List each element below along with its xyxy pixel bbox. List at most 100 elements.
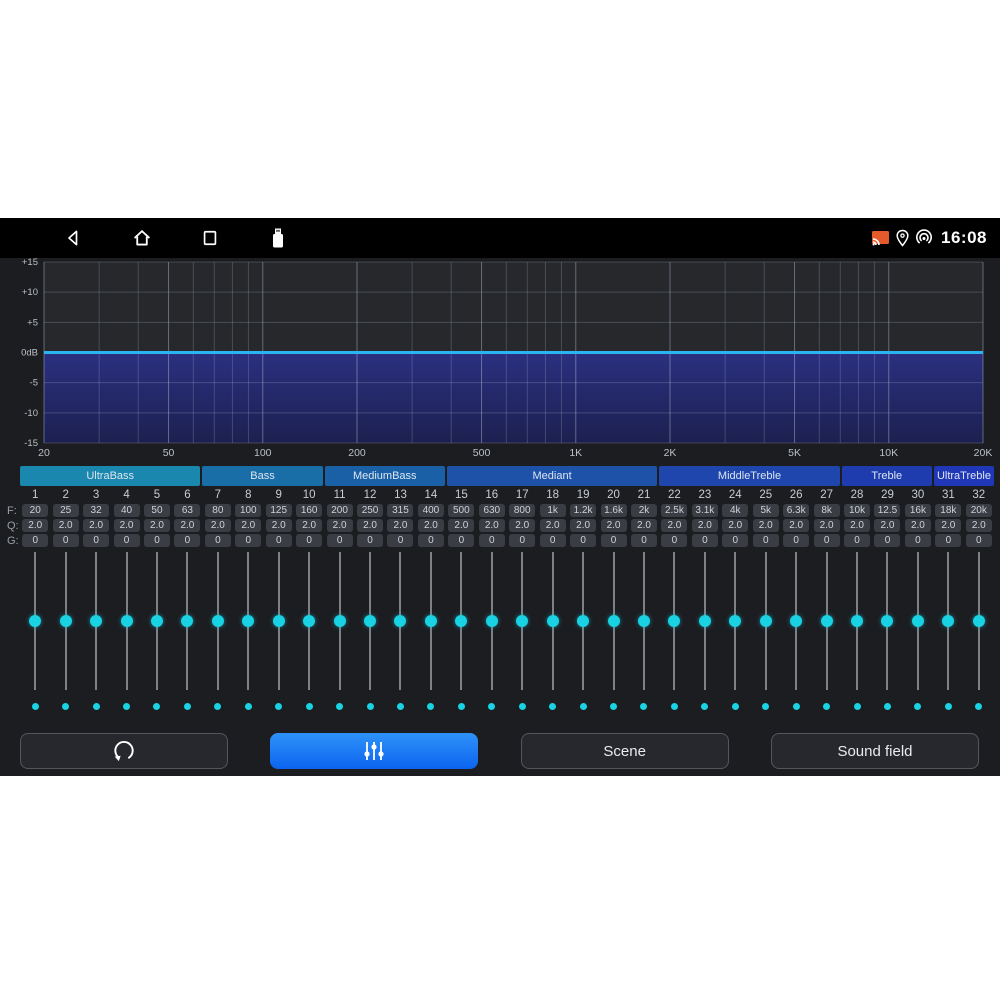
- freq-value-chip[interactable]: 200: [327, 504, 353, 517]
- freq-value-chip[interactable]: 125: [266, 504, 292, 517]
- gain-slider[interactable]: [872, 552, 902, 690]
- freq-value-chip[interactable]: 630: [479, 504, 505, 517]
- band-label-bass[interactable]: Bass: [202, 466, 322, 486]
- q-value-chip[interactable]: 2.0: [327, 519, 353, 532]
- gain-value-chip[interactable]: 0: [540, 534, 566, 547]
- freq-value-chip[interactable]: 315: [387, 504, 413, 517]
- gain-slider[interactable]: [111, 552, 141, 690]
- q-value-chip[interactable]: 2.0: [722, 519, 748, 532]
- freq-value-chip[interactable]: 20k: [966, 504, 992, 517]
- gain-value-chip[interactable]: 0: [844, 534, 870, 547]
- gain-slider[interactable]: [629, 552, 659, 690]
- slider-knob[interactable]: [29, 615, 41, 627]
- freq-value-chip[interactable]: 25: [53, 504, 79, 517]
- gain-value-chip[interactable]: 0: [22, 534, 48, 547]
- q-value-chip[interactable]: 2.0: [783, 519, 809, 532]
- q-value-chip[interactable]: 2.0: [22, 519, 48, 532]
- gain-value-chip[interactable]: 0: [722, 534, 748, 547]
- slider-knob[interactable]: [273, 615, 285, 627]
- freq-value-chip[interactable]: 6.3k: [783, 504, 809, 517]
- band-label-mediant[interactable]: Mediant: [447, 466, 657, 486]
- gain-value-chip[interactable]: 0: [814, 534, 840, 547]
- gain-slider[interactable]: [903, 552, 933, 690]
- gain-value-chip[interactable]: 0: [753, 534, 779, 547]
- slider-knob[interactable]: [547, 615, 559, 627]
- q-value-chip[interactable]: 2.0: [205, 519, 231, 532]
- q-value-chip[interactable]: 2.0: [144, 519, 170, 532]
- q-value-chip[interactable]: 2.0: [661, 519, 687, 532]
- freq-value-chip[interactable]: 32: [83, 504, 109, 517]
- gain-value-chip[interactable]: 0: [174, 534, 200, 547]
- q-value-chip[interactable]: 2.0: [296, 519, 322, 532]
- freq-value-chip[interactable]: 250: [357, 504, 383, 517]
- gain-value-chip[interactable]: 0: [357, 534, 383, 547]
- freq-value-chip[interactable]: 8k: [814, 504, 840, 517]
- gain-slider[interactable]: [264, 552, 294, 690]
- q-value-chip[interactable]: 2.0: [235, 519, 261, 532]
- band-label-mediumbass[interactable]: MediumBass: [325, 466, 445, 486]
- gain-slider[interactable]: [933, 552, 963, 690]
- recents-button[interactable]: [199, 227, 221, 249]
- freq-value-chip[interactable]: 1.2k: [570, 504, 596, 517]
- gain-value-chip[interactable]: 0: [631, 534, 657, 547]
- q-value-chip[interactable]: 2.0: [570, 519, 596, 532]
- slider-knob[interactable]: [455, 615, 467, 627]
- gain-value-chip[interactable]: 0: [905, 534, 931, 547]
- slider-knob[interactable]: [729, 615, 741, 627]
- band-label-ultratreble[interactable]: UltraTreble: [934, 466, 994, 486]
- gain-slider[interactable]: [20, 552, 50, 690]
- slider-knob[interactable]: [364, 615, 376, 627]
- band-label-middletreble[interactable]: MiddleTreble: [659, 466, 839, 486]
- freq-value-chip[interactable]: 160: [296, 504, 322, 517]
- gain-slider[interactable]: [477, 552, 507, 690]
- slider-knob[interactable]: [577, 615, 589, 627]
- slider-knob[interactable]: [181, 615, 193, 627]
- gain-slider[interactable]: [659, 552, 689, 690]
- q-value-chip[interactable]: 2.0: [935, 519, 961, 532]
- gain-slider[interactable]: [598, 552, 628, 690]
- q-value-chip[interactable]: 2.0: [814, 519, 840, 532]
- q-value-chip[interactable]: 2.0: [509, 519, 535, 532]
- gain-slider[interactable]: [537, 552, 567, 690]
- gain-slider[interactable]: [781, 552, 811, 690]
- back-button[interactable]: [63, 227, 85, 249]
- q-value-chip[interactable]: 2.0: [692, 519, 718, 532]
- slider-knob[interactable]: [394, 615, 406, 627]
- slider-knob[interactable]: [790, 615, 802, 627]
- freq-value-chip[interactable]: 1.6k: [601, 504, 627, 517]
- q-value-chip[interactable]: 2.0: [418, 519, 444, 532]
- freq-value-chip[interactable]: 5k: [753, 504, 779, 517]
- gain-value-chip[interactable]: 0: [205, 534, 231, 547]
- gain-slider[interactable]: [720, 552, 750, 690]
- gain-slider[interactable]: [81, 552, 111, 690]
- freq-value-chip[interactable]: 400: [418, 504, 444, 517]
- gain-value-chip[interactable]: 0: [874, 534, 900, 547]
- slider-knob[interactable]: [973, 615, 985, 627]
- band-label-ultrabass[interactable]: UltraBass: [20, 466, 200, 486]
- gain-slider[interactable]: [233, 552, 263, 690]
- gain-value-chip[interactable]: 0: [296, 534, 322, 547]
- freq-value-chip[interactable]: 100: [235, 504, 261, 517]
- gain-value-chip[interactable]: 0: [83, 534, 109, 547]
- gain-slider[interactable]: [294, 552, 324, 690]
- gain-slider[interactable]: [964, 552, 994, 690]
- gain-slider[interactable]: [446, 552, 476, 690]
- freq-value-chip[interactable]: 40: [114, 504, 140, 517]
- q-value-chip[interactable]: 2.0: [540, 519, 566, 532]
- q-value-chip[interactable]: 2.0: [448, 519, 474, 532]
- slider-knob[interactable]: [912, 615, 924, 627]
- slider-knob[interactable]: [60, 615, 72, 627]
- gain-value-chip[interactable]: 0: [661, 534, 687, 547]
- gain-value-chip[interactable]: 0: [570, 534, 596, 547]
- sound-field-button[interactable]: Sound field: [771, 733, 979, 769]
- gain-slider[interactable]: [690, 552, 720, 690]
- gain-slider[interactable]: [568, 552, 598, 690]
- freq-value-chip[interactable]: 18k: [935, 504, 961, 517]
- gain-value-chip[interactable]: 0: [418, 534, 444, 547]
- gain-slider[interactable]: [842, 552, 872, 690]
- gain-slider[interactable]: [416, 552, 446, 690]
- slider-knob[interactable]: [699, 615, 711, 627]
- gain-value-chip[interactable]: 0: [53, 534, 79, 547]
- gain-slider[interactable]: [385, 552, 415, 690]
- gain-slider[interactable]: [811, 552, 841, 690]
